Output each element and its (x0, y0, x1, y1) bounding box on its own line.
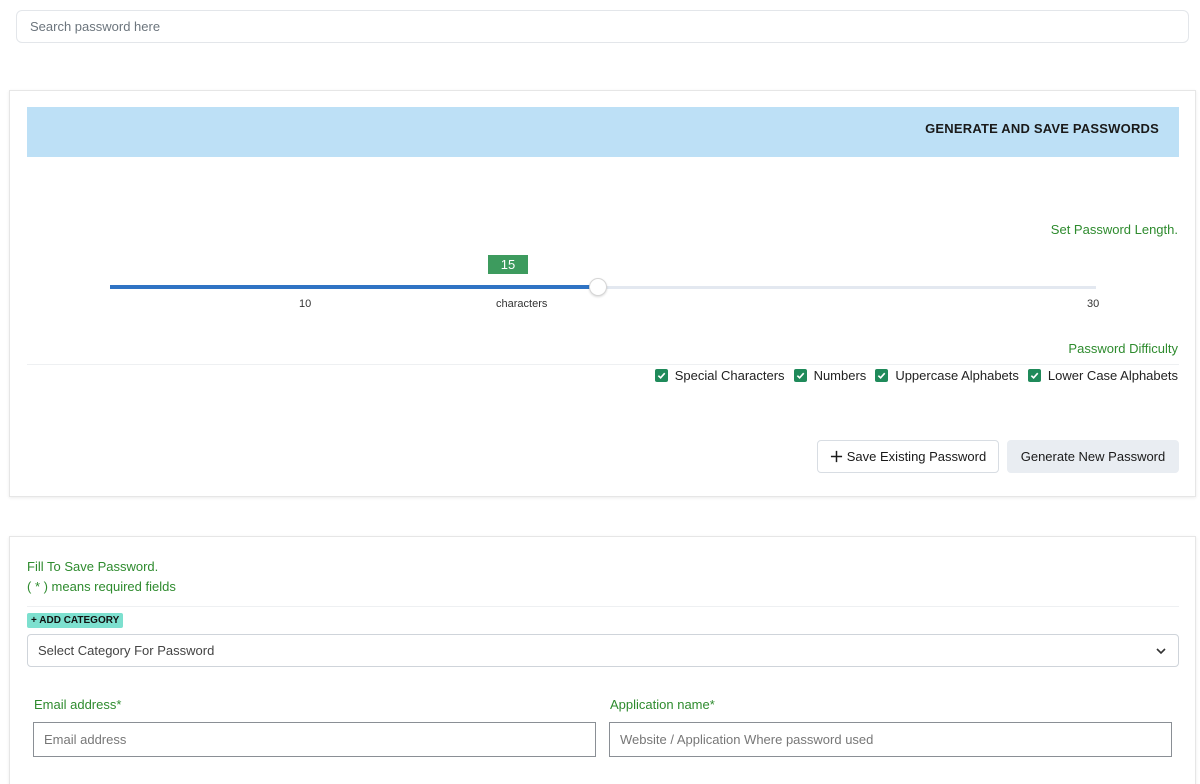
checkbox-checked-icon[interactable] (875, 369, 889, 382)
option-numbers[interactable]: Numbers (793, 368, 867, 383)
email-label: Email address* (34, 697, 122, 712)
length-label: Set Password Length. (1050, 222, 1178, 237)
slider-max-label: 30 (1087, 298, 1100, 310)
form-intro-line: Fill To Save Password. (27, 559, 159, 574)
application-input[interactable] (620, 732, 1171, 747)
generator-title: GENERATE AND SAVE PASSWORDS (925, 121, 1159, 136)
divider (27, 364, 1179, 365)
application-field[interactable] (609, 722, 1172, 757)
option-label: Numbers (813, 368, 867, 383)
form-intro: Fill To Save Password. ( * ) means requi… (27, 557, 176, 597)
email-input[interactable] (44, 732, 595, 747)
category-select-value: Select Category For Password (38, 643, 215, 658)
option-special-characters[interactable]: Special Characters (654, 368, 785, 383)
slider-value-badge: 15 (488, 255, 528, 274)
checkbox-checked-icon[interactable] (1027, 369, 1041, 382)
plus-icon (830, 450, 842, 463)
generate-label: Generate New Password (1020, 449, 1166, 464)
password-length-slider[interactable]: 15 10 characters 30 (110, 251, 1100, 311)
checkbox-checked-icon[interactable] (654, 369, 668, 382)
divider (27, 606, 1179, 607)
slider-fill (110, 285, 598, 289)
option-label: Uppercase Alphabets (895, 368, 1019, 383)
save-existing-password-button[interactable]: Save Existing Password (817, 440, 999, 473)
search-input[interactable] (30, 19, 1188, 34)
generator-card: GENERATE AND SAVE PASSWORDS Set Password… (9, 90, 1196, 497)
application-label: Application name* (610, 697, 715, 712)
option-label: Lower Case Alphabets (1047, 368, 1178, 383)
option-lowercase[interactable]: Lower Case Alphabets (1027, 368, 1178, 383)
generator-banner: GENERATE AND SAVE PASSWORDS (27, 107, 1179, 157)
checkbox-checked-icon[interactable] (793, 369, 807, 382)
generate-new-password-button[interactable]: Generate New Password (1007, 440, 1179, 473)
save-password-form: Fill To Save Password. ( * ) means requi… (9, 536, 1196, 784)
required-note: ( * ) means required fields (27, 579, 176, 594)
chevron-down-icon (1156, 648, 1166, 655)
slider-unit-label: characters (496, 298, 548, 310)
option-label: Special Characters (674, 368, 785, 383)
category-select[interactable]: Select Category For Password (27, 634, 1179, 667)
option-uppercase[interactable]: Uppercase Alphabets (875, 368, 1019, 383)
search-bar[interactable] (16, 10, 1189, 43)
add-category-button[interactable]: + ADD CATEGORY (27, 613, 124, 628)
save-existing-label: Save Existing Password (846, 449, 987, 464)
slider-thumb[interactable] (589, 278, 607, 296)
difficulty-options: Special Characters Numbers Uppercase Alp… (654, 368, 1178, 383)
difficulty-label: Password Difficulty (1068, 341, 1178, 356)
slider-min-label: 10 (299, 298, 312, 310)
email-field[interactable] (33, 722, 596, 757)
